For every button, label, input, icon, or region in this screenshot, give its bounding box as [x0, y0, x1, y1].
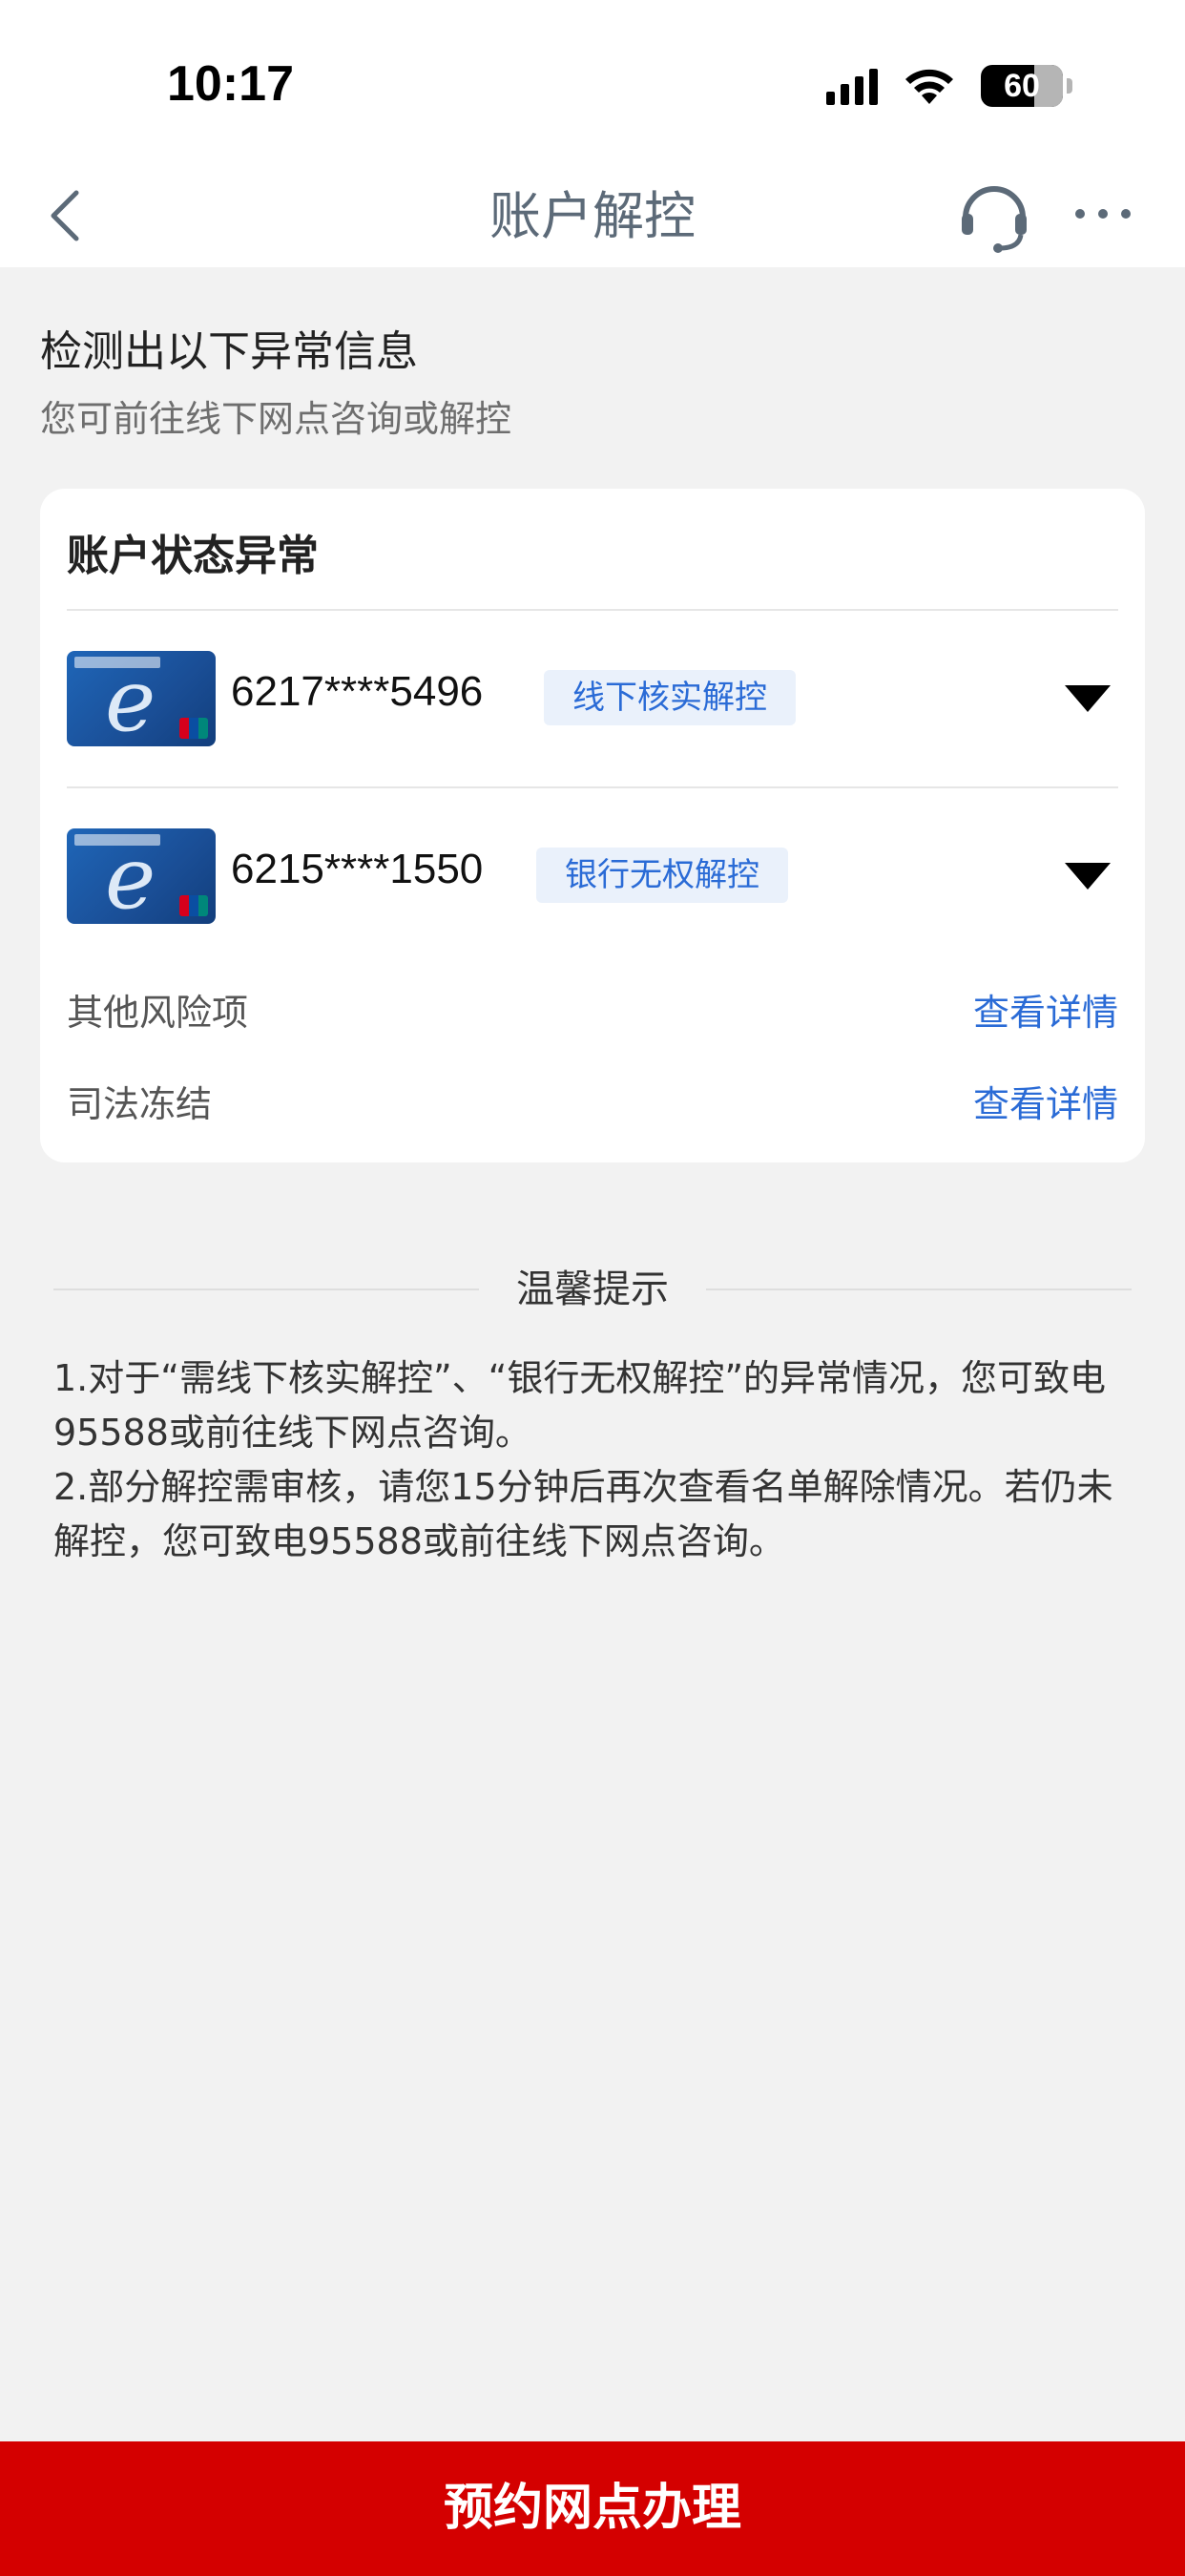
account-number: 6217****5496 [231, 668, 484, 715]
nav-bar: 账户解控 [0, 162, 1185, 267]
account-number: 6215****1550 [231, 846, 484, 892]
status-badge: 银行无权解控 [536, 848, 788, 903]
battery-level: 60 [1004, 67, 1040, 104]
divider [706, 1288, 1132, 1290]
status-icons: 60 [826, 63, 1072, 109]
bank-card-icon: e [67, 651, 216, 746]
risk-row-other: 其他风险项 查看详情 [67, 983, 1118, 1040]
status-badge: 线下核实解控 [544, 670, 796, 725]
card-title: 账户状态异常 [67, 532, 319, 580]
wifi-icon [905, 69, 953, 104]
detect-title: 检测出以下异常信息 [40, 327, 418, 376]
account-status-card: 账户状态异常 e 6217****5496 线下核实解控 e 6215****1… [40, 489, 1145, 1162]
risk-label: 司法冻结 [67, 1083, 213, 1125]
more-dots-icon[interactable] [1072, 195, 1133, 233]
view-details-link[interactable]: 查看详情 [973, 1075, 1118, 1127]
caret-down-icon[interactable] [1065, 863, 1111, 891]
account-row[interactable]: e 6217****5496 线下核实解控 [67, 651, 1118, 746]
tips-header: 温馨提示 [53, 1250, 1132, 1317]
bank-card-icon: e [67, 828, 216, 924]
status-time: 10:17 [167, 56, 294, 112]
tips-title: 温馨提示 [516, 1267, 669, 1311]
battery-icon: 60 [981, 65, 1063, 107]
status-bar: 10:17 60 [0, 0, 1185, 162]
divider [67, 786, 1118, 788]
divider [67, 609, 1118, 611]
battery-tip [1067, 78, 1072, 94]
risk-row-judicial: 司法冻结 查看详情 [67, 1075, 1118, 1132]
risk-label: 其他风险项 [67, 992, 249, 1034]
tip-line: 1.对于“需线下核实解控”、“银行无权解控”的异常情况，您可致电95588或前往… [53, 1357, 1107, 1454]
tips-body: 1.对于“需线下核实解控”、“银行无权解控”的异常情况，您可致电95588或前往… [53, 1351, 1132, 1569]
view-details-link[interactable]: 查看详情 [973, 983, 1118, 1036]
signal-icon [826, 67, 878, 105]
book-branch-button[interactable]: 预约网点办理 [0, 2441, 1185, 2576]
detect-subtitle: 您可前往线下网点咨询或解控 [40, 398, 512, 440]
caret-down-icon[interactable] [1065, 685, 1111, 714]
account-row[interactable]: e 6215****1550 银行无权解控 [67, 828, 1118, 924]
headset-icon[interactable] [956, 170, 1032, 256]
tip-line: 2.部分解控需审核，请您15分钟后再次查看名单解除情况。若仍未解控，您可致电95… [53, 1466, 1113, 1562]
